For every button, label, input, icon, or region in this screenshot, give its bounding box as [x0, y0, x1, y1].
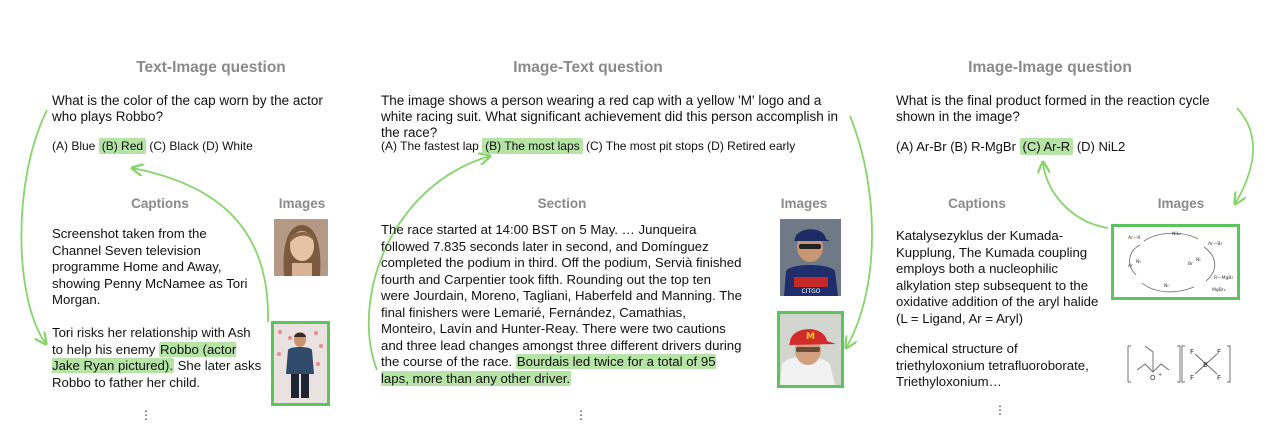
driver-image: CITGO [780, 219, 841, 296]
question-text: The image shows a person wearing a red c… [381, 93, 838, 140]
cycle-label: R—MgBr [1214, 275, 1233, 281]
cycle-label: Ni [1196, 257, 1201, 263]
caption-text-highlighted: Tori risks her relationship with Ash to … [52, 325, 262, 391]
cycle-label: Ni [1164, 283, 1169, 289]
captions-heading: Captions [131, 196, 189, 211]
answer-options: (A) Blue (B) Red (C) Black (D) White [52, 138, 253, 154]
arrow-question-to-diagram [1235, 107, 1254, 204]
cycle-label: Ar—Br [1208, 241, 1223, 247]
question-text: What is the color of the cap worn by the… [52, 93, 323, 124]
caption-text: Screenshot taken from the Channel Seven … [52, 226, 248, 307]
structure-label: B [1203, 361, 1208, 369]
panel-title: Image-Text question [513, 59, 663, 76]
arrow-diagram-to-option [1043, 162, 1109, 229]
structure-label: F [1190, 348, 1194, 356]
option-c[interactable]: (C) Black [149, 139, 198, 153]
framed-image-driver: M [777, 311, 844, 388]
more-ellipsis: ⋮ [140, 408, 152, 422]
structure-label: F [1217, 374, 1221, 382]
section-heading: Section [537, 196, 587, 211]
structure-label: + [1158, 372, 1162, 378]
option-a[interactable]: (A) Blue [52, 139, 95, 153]
option-a[interactable]: (A) Ar-Br [896, 139, 947, 154]
cycle-label: Ar [1128, 263, 1133, 269]
section-text: The race started at 14:00 BST on 5 May. … [381, 222, 743, 387]
cycle-label: MgBr₂ [1212, 287, 1226, 293]
framed-image-actor [271, 321, 330, 406]
arrow-question-to-image [846, 115, 873, 348]
images-heading: Images [1157, 196, 1205, 211]
images-heading: Images [278, 196, 326, 211]
panel-title: Image-Image question [968, 59, 1132, 76]
cycle-label: Br [1188, 261, 1193, 267]
answer-options: (A) The fastest lap (B) The most laps (C… [381, 138, 795, 154]
framed-image-reaction-cycle: Ar—R NiL₂ Ar—Br Ar Ni Ni Br Ni R—MgBr Mg… [1111, 224, 1240, 300]
question-text: What is the final product formed in the … [896, 93, 1210, 124]
option-b-correct[interactable]: (B) The most laps [482, 138, 583, 154]
section-part: The race started at 14:00 BST on 5 May. … [381, 222, 742, 369]
option-c-correct[interactable]: (C) Ar-R [1019, 138, 1074, 155]
captions-heading: Captions [948, 196, 1006, 211]
caption-text: Katalysezyklus der Kumada-Kupplung, The … [896, 228, 1099, 326]
cap-logo-text: M [806, 332, 815, 342]
caption-text: chemical structure of triethyloxonium te… [896, 341, 1089, 389]
answer-options: (A) Ar-Br (B) R-MgBr (C) Ar-R (D) NiL2 [896, 138, 1125, 155]
structure-label: F [1217, 348, 1221, 356]
more-ellipsis: ⋮ [575, 408, 587, 422]
cycle-label: Ar—R [1128, 235, 1141, 241]
cycle-label: Ni [1136, 259, 1141, 265]
option-d[interactable]: (D) NiL2 [1077, 139, 1125, 154]
more-ellipsis: ⋮ [994, 403, 1006, 417]
structure-label: O [1150, 374, 1156, 382]
chemical-structure-image: O + B F F F F [1123, 340, 1233, 388]
structure-label: F [1190, 374, 1194, 382]
arrow-question-to-caption [20, 109, 47, 344]
option-b[interactable]: (B) R-MgBr [950, 139, 1016, 154]
option-b-correct[interactable]: (B) Red [98, 138, 147, 154]
portrait-image [274, 219, 328, 276]
cycle-label: NiL₂ [1172, 231, 1181, 237]
suit-logo-text: CITGO [802, 288, 821, 295]
option-c[interactable]: (C) The most pit stops [586, 139, 704, 153]
option-d[interactable]: (D) Retired early [707, 139, 795, 153]
panel-title: Text-Image question [136, 59, 286, 76]
option-d[interactable]: (D) White [202, 139, 253, 153]
option-a[interactable]: (A) The fastest lap [381, 139, 479, 153]
images-heading: Images [780, 196, 828, 211]
